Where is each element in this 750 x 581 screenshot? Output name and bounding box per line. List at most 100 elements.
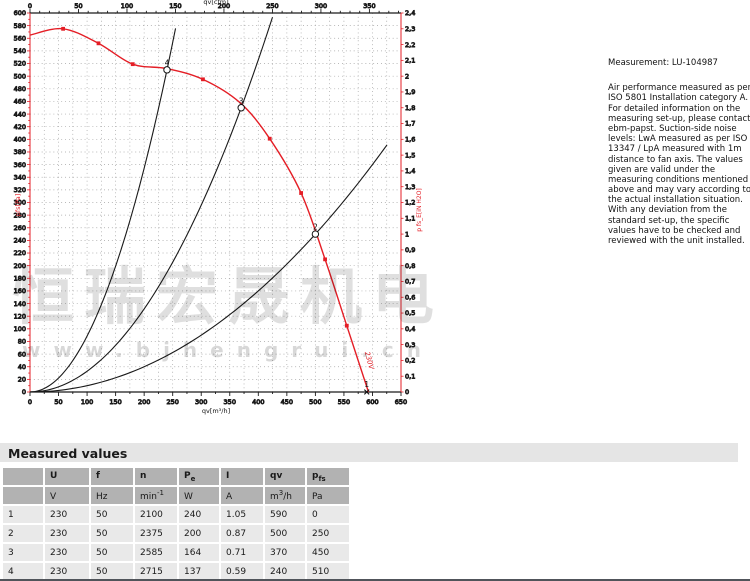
- header-cell-n: n: [135, 468, 177, 485]
- svg-text:320: 320: [14, 186, 26, 194]
- svg-text:0: 0: [405, 388, 409, 396]
- table-cell: 200: [179, 525, 219, 542]
- svg-text:500: 500: [309, 398, 321, 406]
- svg-text:0,4: 0,4: [405, 325, 415, 333]
- svg-text:1,3: 1,3: [405, 183, 415, 191]
- svg-text:300: 300: [195, 398, 207, 406]
- svg-text:0,7: 0,7: [405, 278, 415, 286]
- svg-text:0: 0: [28, 398, 32, 406]
- table-cell: 4: [3, 563, 43, 580]
- measured-values-table: U f n Pe I qv pfs V Hz min-1 W A m3/h Pa…: [1, 466, 351, 581]
- svg-text:100: 100: [121, 2, 133, 10]
- svg-text:600: 600: [366, 398, 378, 406]
- svg-text:150: 150: [109, 398, 121, 406]
- svg-text:380: 380: [14, 148, 26, 156]
- svg-text:qv[m³/h]: qv[m³/h]: [202, 407, 230, 415]
- table-cell: 370: [265, 544, 305, 561]
- table-header-row: U f n Pe I qv pfs: [3, 468, 349, 485]
- svg-text:1,9: 1,9: [405, 88, 415, 96]
- svg-text:440: 440: [14, 110, 26, 118]
- table-cell: 0.71: [221, 544, 263, 561]
- unit-cell-pa: Pa: [307, 487, 349, 504]
- svg-text:4: 4: [165, 58, 170, 67]
- table-units-row: V Hz min-1 W A m3/h Pa: [3, 487, 349, 504]
- svg-text:400: 400: [14, 136, 26, 144]
- svg-text:1,1: 1,1: [405, 214, 415, 222]
- svg-text:1: 1: [364, 380, 369, 389]
- svg-text:220: 220: [14, 249, 26, 257]
- svg-text:80: 80: [18, 338, 26, 346]
- table-cell: 50: [91, 506, 133, 523]
- svg-text:260: 260: [14, 224, 26, 232]
- svg-text:480: 480: [14, 85, 26, 93]
- svg-text:0,6: 0,6: [405, 293, 415, 301]
- svg-text:1: 1: [405, 230, 409, 238]
- svg-text:250: 250: [266, 2, 278, 10]
- svg-text:200: 200: [14, 262, 26, 270]
- table-cell: 450: [307, 544, 349, 561]
- svg-text:100: 100: [81, 398, 93, 406]
- table-cell: 230: [45, 506, 89, 523]
- table-cell: 230: [45, 525, 89, 542]
- table-cell: 3: [3, 544, 43, 561]
- table-cell: 510: [307, 563, 349, 580]
- svg-text:0,8: 0,8: [405, 262, 415, 270]
- table-cell: 250: [307, 525, 349, 542]
- svg-text:2,1: 2,1: [405, 57, 415, 65]
- svg-text:0,2: 0,2: [405, 357, 415, 365]
- table-cell: 50: [91, 544, 133, 561]
- table-cell: 240: [265, 563, 305, 580]
- svg-text:350: 350: [363, 2, 375, 10]
- svg-text:520: 520: [14, 60, 26, 68]
- chart-axes: 0204060801001201401601802002202402602803…: [14, 2, 416, 406]
- svg-text:160: 160: [14, 287, 26, 295]
- table-cell: 50: [91, 525, 133, 542]
- table-cell: 164: [179, 544, 219, 561]
- table-row: 22305023752000.87500250: [3, 525, 349, 542]
- svg-text:460: 460: [14, 98, 26, 106]
- table-cell: 500: [265, 525, 305, 542]
- svg-text:50: 50: [74, 2, 82, 10]
- table-cell: 2715: [135, 563, 177, 580]
- svg-text:pfs[Pa]: pfs[Pa]: [14, 194, 22, 216]
- table-cell: 2100: [135, 506, 177, 523]
- chart-axis-titles: qv[m³/h]qv[cfm]pfs[Pa]p fs_E[iN H2O]: [14, 0, 423, 415]
- svg-text:550: 550: [338, 398, 350, 406]
- svg-text:1,2: 1,2: [405, 199, 415, 207]
- measurement-note: Measurement: LU-104987 Air performance m…: [608, 58, 750, 246]
- svg-text:250: 250: [166, 398, 178, 406]
- table-cell: 0: [307, 506, 349, 523]
- unit-cell-blank: [3, 487, 43, 504]
- header-cell-qv: qv: [265, 468, 305, 485]
- svg-text:400: 400: [252, 398, 264, 406]
- header-cell-f: f: [91, 468, 133, 485]
- svg-text:2,2: 2,2: [405, 41, 415, 49]
- svg-text:2: 2: [313, 223, 318, 232]
- svg-text:p fs_E[iN H2O]: p fs_E[iN H2O]: [416, 188, 423, 232]
- svg-text:150: 150: [169, 2, 181, 10]
- svg-text:40: 40: [18, 363, 26, 371]
- table-cell: 590: [265, 506, 305, 523]
- header-cell-pe: Pe: [179, 468, 219, 485]
- svg-text:500: 500: [14, 72, 26, 80]
- unit-cell-min: min-1: [135, 487, 177, 504]
- system-lines: [30, 18, 387, 392]
- unit-cell-v: V: [45, 487, 89, 504]
- unit-cell-m3h: m3/h: [265, 487, 305, 504]
- chart-grid: [30, 13, 401, 392]
- svg-text:120: 120: [14, 312, 26, 320]
- svg-text:2: 2: [405, 72, 409, 80]
- svg-text:1,5: 1,5: [405, 151, 415, 159]
- table-cell: 0.59: [221, 563, 263, 580]
- header-cell-blank: [3, 468, 43, 485]
- svg-text:300: 300: [315, 2, 327, 10]
- svg-text:1,6: 1,6: [405, 136, 415, 144]
- svg-text:650: 650: [395, 398, 407, 406]
- header-cell-pfs: pfs: [307, 468, 349, 485]
- svg-text:0,9: 0,9: [405, 246, 415, 254]
- svg-text:0,1: 0,1: [405, 372, 415, 380]
- measured-values-title: Measured values: [0, 444, 127, 463]
- measurement-note-body: Air performance measured as per ISO 5801…: [608, 83, 750, 246]
- performance-chart: 0204060801001201401601802002202402602803…: [0, 0, 470, 440]
- svg-text:450: 450: [281, 398, 293, 406]
